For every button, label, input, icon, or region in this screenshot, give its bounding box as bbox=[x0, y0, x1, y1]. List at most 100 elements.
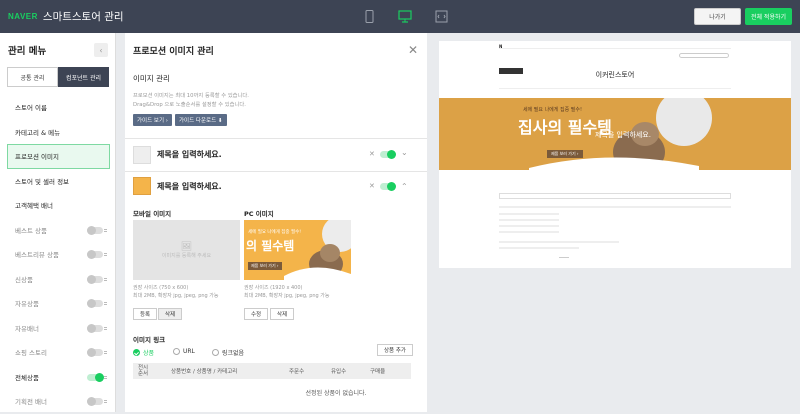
mobile-view-icon[interactable] bbox=[362, 9, 376, 23]
recommend-size-text: 권장 사이즈 (750 x 600) bbox=[133, 285, 189, 291]
sidebar-item-all-products[interactable]: 전체상품 bbox=[0, 365, 115, 390]
drag-handle-icon[interactable] bbox=[104, 253, 107, 254]
sidebar-item-label: 자유상품 bbox=[15, 300, 39, 309]
promo-item-title[interactable]: 제목을 입력하세요. bbox=[157, 181, 222, 192]
exit-button[interactable]: 나가기 bbox=[694, 8, 741, 25]
column-header: 구매율 bbox=[370, 369, 386, 375]
close-icon[interactable]: ✕ bbox=[408, 43, 418, 57]
visibility-toggle[interactable] bbox=[87, 250, 103, 259]
preview-logo: N bbox=[499, 44, 503, 49]
visibility-toggle[interactable] bbox=[87, 397, 103, 406]
description-line: Drag&Drop 으로 노출순서를 설정할 수 있습니다. bbox=[133, 101, 246, 108]
guide-download-button[interactable]: 가이드 다운로드 ⬇ bbox=[175, 114, 227, 126]
banner-chip: 제품 보러 가기 › bbox=[547, 150, 583, 158]
preview-notice-bar bbox=[499, 193, 731, 199]
column-header: 주문수 bbox=[289, 369, 305, 375]
sidebar-item-label: 스토어 이름 bbox=[15, 104, 47, 113]
sidebar-item-label: 자유배너 bbox=[15, 324, 39, 333]
preview-footer-line bbox=[499, 219, 559, 221]
drag-handle-icon[interactable] bbox=[104, 351, 107, 352]
drag-handle-icon[interactable] bbox=[104, 228, 107, 230]
preview-divider bbox=[499, 48, 731, 49]
remove-icon[interactable]: ✕ bbox=[369, 150, 375, 158]
sidebar-item-seller-info[interactable]: 스토어 및 셀러 정보 bbox=[0, 169, 115, 194]
visibility-toggle[interactable] bbox=[380, 150, 396, 159]
pc-banner-chip: 제품 보러 가기 › bbox=[248, 262, 282, 270]
link-option-product[interactable]: 상품 bbox=[133, 348, 154, 357]
chevron-up-icon[interactable]: ⌃ bbox=[401, 182, 408, 191]
drag-handle-icon[interactable] bbox=[104, 375, 107, 377]
sidebar-item-promotion-image[interactable]: 프로모션 이미지 bbox=[7, 144, 110, 169]
sidebar-item-category[interactable]: 카테고리 & 메뉴 bbox=[0, 120, 115, 145]
sidebar-item-free-products[interactable]: 자유상품 bbox=[0, 291, 115, 316]
radio-label: 상품 bbox=[143, 350, 155, 357]
description-line: 프로모션 이미지는 최대 10까지 등록할 수 있습니다. bbox=[133, 93, 249, 99]
sidebar-item-free-banner[interactable]: 자유배너 bbox=[0, 316, 115, 341]
visibility-toggle[interactable] bbox=[87, 323, 103, 333]
remove-icon[interactable]: ✕ bbox=[369, 182, 375, 190]
device-switcher bbox=[362, 9, 448, 23]
chevron-down-icon[interactable]: ⌄ bbox=[401, 148, 408, 157]
mobile-recommendation: 권장 사이즈 (750 x 600) 최대 2MB, 확장자 jpg, jpeg… bbox=[133, 284, 219, 300]
pc-image-preview[interactable]: 세에 필요 나에게 집중 필수! 의 필수템 제품 보러 가기 › bbox=[244, 220, 351, 280]
sidebar-item-store-name[interactable]: 스토어 이름 bbox=[0, 95, 115, 120]
apply-all-button[interactable]: 전체 적용하기 bbox=[745, 8, 792, 25]
collapse-sidebar-icon[interactable]: ‹ bbox=[94, 43, 108, 57]
visibility-toggle[interactable] bbox=[380, 182, 396, 191]
guide-view-button[interactable]: 가이드 보기 › bbox=[133, 114, 172, 126]
sidebar-item-label: 쇼핑 스토리 bbox=[15, 349, 47, 358]
section-title: 이미지 관리 bbox=[133, 74, 170, 83]
add-product-button[interactable]: 상품 추가 bbox=[377, 344, 413, 356]
sidebar-item-label: 베스트리뷰 상품 bbox=[15, 251, 59, 260]
visibility-toggle[interactable] bbox=[87, 299, 103, 308]
tab-common[interactable]: 공통 관리 bbox=[7, 67, 58, 87]
drag-handle-icon[interactable] bbox=[104, 277, 107, 279]
preview-footer-line bbox=[499, 206, 731, 208]
visibility-toggle[interactable] bbox=[87, 372, 104, 382]
sidebar-item-best-review[interactable]: 베스트리뷰 상품 bbox=[0, 242, 115, 267]
preview-footer-line bbox=[499, 241, 619, 243]
radio-label: 링크없음 bbox=[222, 350, 245, 357]
drag-handle-icon[interactable] bbox=[104, 400, 107, 401]
preview-footer-line bbox=[499, 247, 579, 249]
link-option-url[interactable]: URL bbox=[173, 348, 195, 355]
sidebar-item-event-banner[interactable]: 기획전 배너 bbox=[0, 389, 115, 414]
link-option-none[interactable]: 링크없음 bbox=[212, 348, 244, 357]
sidebar-item-best-products[interactable]: 베스트 상품 bbox=[0, 218, 115, 243]
edit-button[interactable]: 수정 bbox=[244, 308, 269, 320]
mobile-image-dropzone[interactable]: 🖼 이미지를 등록해 주세요 bbox=[133, 220, 240, 280]
sidebar-item-new-products[interactable]: 신상품 bbox=[0, 267, 115, 292]
delete-button[interactable]: 삭제 bbox=[158, 308, 183, 320]
pc-banner-small-text: 세에 필요 나에게 집중 필수! bbox=[248, 230, 302, 235]
drag-handle-icon[interactable] bbox=[104, 302, 107, 303]
promotion-image-panel: 프로모션 이미지 관리 ✕ 이미지 관리 프로모션 이미지는 최대 10까지 등… bbox=[125, 33, 427, 412]
radio-checked-icon bbox=[133, 349, 140, 356]
drag-handle-icon[interactable] bbox=[104, 326, 107, 328]
visibility-toggle[interactable] bbox=[87, 348, 103, 357]
fullscreen-view-icon[interactable] bbox=[434, 9, 448, 23]
sidebar-item-benefit-banner[interactable]: 고객혜택 배너 bbox=[0, 193, 115, 218]
preview-store-name: 이커린스토어 bbox=[595, 71, 635, 79]
preview-banner: 세에 필요 나에게 집중 필수! 집사의 필수템 제목을 입력하세요. 제품 보… bbox=[439, 98, 791, 170]
promo-item-title[interactable]: 제목을 입력하세요. bbox=[157, 149, 222, 160]
register-button[interactable]: 등록 bbox=[133, 308, 158, 320]
sidebar-tabs: 공통 관리 컴포넌트 관리 bbox=[7, 67, 109, 87]
pc-recommendation: 권장 사이즈 (1920 x 400) 최대 2MB, 확장자 jpg, jpe… bbox=[244, 284, 330, 300]
promo-item-collapsed[interactable]: 제목을 입력하세요. ✕ ⌄ bbox=[125, 138, 427, 170]
sidebar-item-label: 전체상품 bbox=[15, 373, 39, 382]
preview-search-box bbox=[679, 53, 729, 58]
sidebar-menu: 스토어 이름 카테고리 & 메뉴 프로모션 이미지 스토어 및 셀러 정보 고객… bbox=[0, 95, 115, 414]
sidebar-item-shopping-story[interactable]: 쇼핑 스토리 bbox=[0, 340, 115, 365]
preview-footer-line bbox=[499, 231, 559, 233]
desktop-view-icon[interactable] bbox=[398, 9, 412, 23]
visibility-toggle[interactable] bbox=[87, 274, 103, 284]
placeholder-text: 이미지를 등록해 주세요 bbox=[161, 252, 212, 259]
image-link-label: 이미지 링크 bbox=[133, 336, 166, 344]
sidebar-item-label: 카테고리 & 메뉴 bbox=[15, 128, 61, 137]
visibility-toggle[interactable] bbox=[87, 225, 103, 235]
sidebar-item-label: 프로모션 이미지 bbox=[15, 153, 59, 162]
delete-button[interactable]: 삭제 bbox=[270, 308, 295, 320]
tab-component[interactable]: 컴포넌트 관리 bbox=[58, 67, 109, 87]
app-title: 스마트스토어 관리 bbox=[42, 11, 124, 23]
preview-divider bbox=[499, 88, 731, 89]
